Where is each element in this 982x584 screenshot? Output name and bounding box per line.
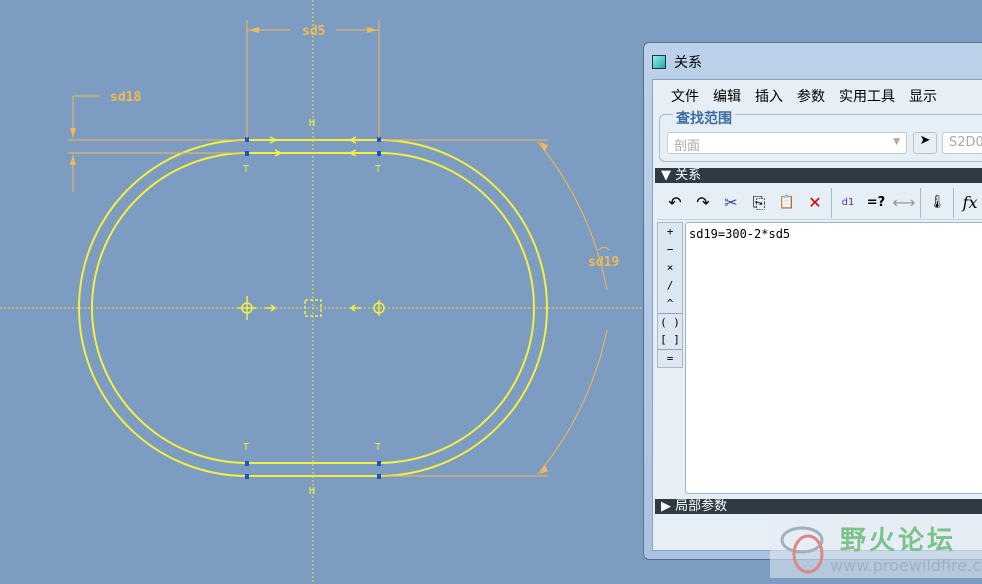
menu-bar: 文件 编辑 插入 参数 实用工具 显示 — [671, 86, 937, 106]
watermark-url: www.proewildfire.cn — [830, 556, 982, 575]
toolbar-separator — [831, 187, 832, 218]
menu-insert[interactable]: 插入 — [755, 86, 783, 106]
dim-sd18[interactable]: sd18 — [110, 90, 141, 105]
menu-show[interactable]: 显示 — [909, 86, 937, 106]
sort-icon[interactable]: ⟷ — [892, 193, 916, 212]
operator-buttons: + − × / ^ ( ) [ ] = — [657, 222, 683, 368]
op-divide-button[interactable]: / — [658, 277, 682, 295]
menu-parameters[interactable]: 参数 — [797, 86, 825, 106]
scope-type-value: 剖面 — [674, 139, 701, 154]
op-parentheses-button[interactable]: ( ) — [658, 313, 682, 331]
svg-text:T: T — [243, 164, 249, 175]
menu-file[interactable]: 文件 — [671, 86, 699, 106]
relations-dialog: 关系 文件 编辑 插入 参数 实用工具 显示 查找范围 剖面 ▼ ➤ S2D000… — [643, 42, 982, 560]
center-points — [238, 136, 385, 320]
op-multiply-button[interactable]: × — [658, 259, 682, 277]
svg-text:T: T — [375, 442, 381, 453]
dimensions — [68, 20, 610, 477]
dialog-titlebar[interactable]: 关系 — [652, 51, 702, 73]
op-equals-button[interactable]: = — [658, 349, 682, 367]
function-icon[interactable]: fx — [958, 193, 982, 212]
dim-sd5[interactable]: sd5 — [302, 24, 325, 39]
delete-icon[interactable]: ✕ — [803, 193, 827, 212]
select-arrow-button[interactable]: ➤ — [913, 132, 937, 154]
svg-text:T: T — [375, 164, 381, 175]
relations-section-label: 关系 — [675, 168, 702, 183]
relations-section-header[interactable]: ▼ 关系 — [655, 168, 982, 183]
local-params-label: 局部参数 — [675, 499, 728, 514]
relations-editor[interactable]: sd19=300-2*sd5 — [685, 222, 982, 494]
watermark-logo-icon — [780, 526, 824, 574]
switch-dims-icon[interactable]: d1 — [836, 197, 860, 208]
svg-text:T: T — [243, 442, 249, 453]
scope-type-select[interactable]: 剖面 ▼ — [667, 132, 907, 154]
dim-sd19[interactable]: sd19 — [588, 255, 619, 270]
scope-object-field[interactable]: S2D0001 — [942, 132, 982, 154]
undo-icon[interactable]: ↶ — [663, 193, 687, 212]
copy-icon[interactable]: ⎘ — [747, 193, 771, 213]
menu-edit[interactable]: 编辑 — [713, 86, 741, 106]
watermark: 野火论坛 www.proewildfire.cn — [770, 516, 982, 578]
app-icon — [652, 55, 666, 69]
dialog-title: 关系 — [674, 55, 702, 71]
cut-icon[interactable]: ✂ — [719, 193, 743, 212]
local-params-section-header[interactable]: ▶ 局部参数 — [655, 499, 982, 514]
evaluate-icon[interactable]: =? — [864, 195, 888, 210]
chevron-down-icon: ▼ — [893, 137, 900, 147]
op-plus-button[interactable]: + — [658, 223, 682, 241]
op-brackets-button[interactable]: [ ] — [658, 331, 682, 349]
redo-icon[interactable]: ↷ — [691, 193, 715, 212]
op-minus-button[interactable]: − — [658, 241, 682, 259]
menu-utilities[interactable]: 实用工具 — [839, 86, 895, 106]
op-power-button[interactable]: ^ — [658, 295, 682, 313]
paste-icon[interactable]: 📋 — [775, 195, 799, 210]
dimension-arrows — [70, 27, 548, 474]
svg-text:H: H — [309, 486, 315, 497]
svg-text:H: H — [309, 118, 315, 129]
units-icon[interactable]: 🌡 — [925, 195, 949, 210]
toolbar-separator — [920, 187, 921, 218]
scope-label: 查找范围 — [673, 108, 735, 128]
toolbar-separator — [953, 187, 954, 218]
watermark-title: 野火论坛 — [840, 526, 957, 556]
cursor-icon: ➤ — [919, 133, 931, 148]
relations-toolbar: ↶ ↷ ✂ ⎘ 📋 ✕ d1 =? ⟷ 🌡 fx — [657, 186, 982, 220]
